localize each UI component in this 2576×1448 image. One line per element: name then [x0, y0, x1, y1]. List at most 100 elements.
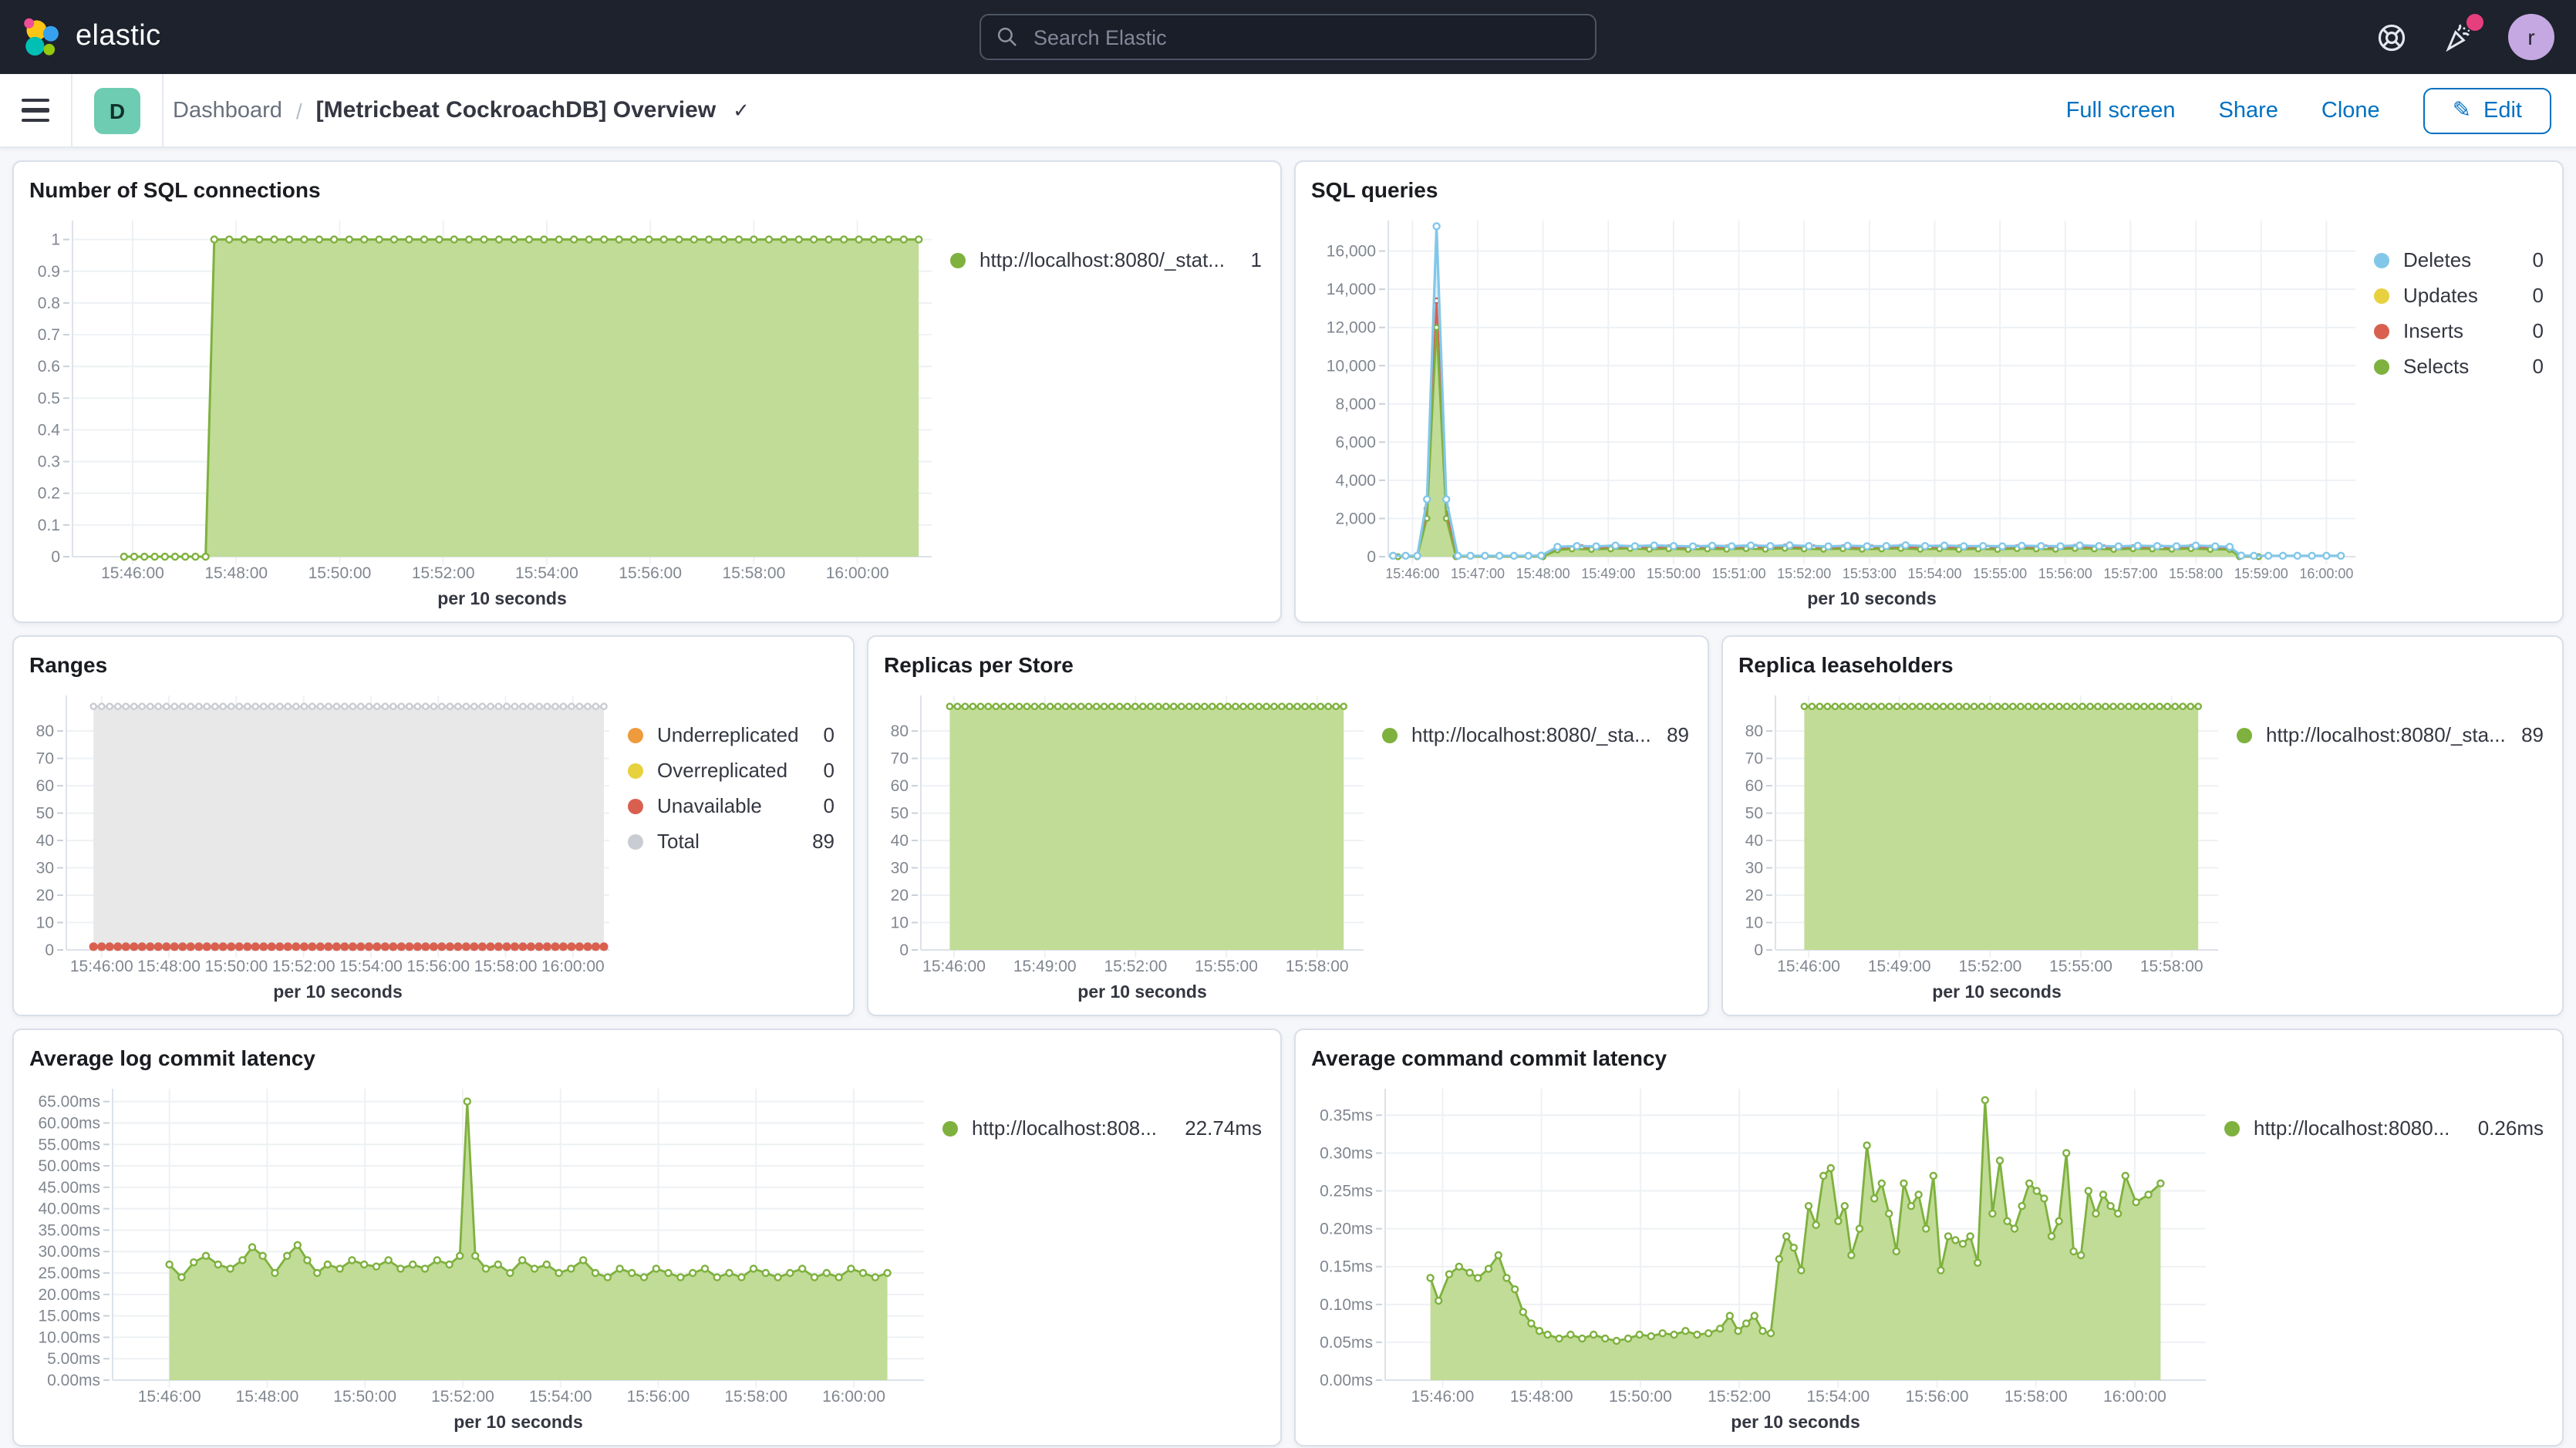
legend-item[interactable]: http://localhost:8080/_sta...89: [2237, 723, 2550, 746]
legend-item[interactable]: http://localhost:808...22.74ms: [942, 1116, 1268, 1140]
legend-label: Inserts: [2403, 319, 2463, 342]
chart-replicas-per-store[interactable]: 0102030405060708015:46:0015:49:0015:52:0…: [881, 683, 1382, 1009]
svg-text:60: 60: [1745, 777, 1763, 795]
legend-item[interactable]: Inserts 0: [2374, 319, 2550, 342]
legend-value: 89: [2521, 723, 2550, 746]
clone-button[interactable]: Clone: [2321, 98, 2380, 123]
svg-text:per 10 seconds: per 10 seconds: [1077, 982, 1206, 1002]
legend-item[interactable]: http://localhost:8080/_sta...89: [1382, 723, 1695, 746]
legend-label: http://localhost:8080...: [2254, 1116, 2450, 1140]
svg-text:15:55:00: 15:55:00: [1195, 958, 1258, 975]
edit-button[interactable]: ✎ Edit: [2423, 87, 2551, 133]
svg-text:0: 0: [1754, 941, 1763, 959]
legend-item[interactable]: http://localhost:8080... 0.26ms: [2224, 1116, 2550, 1140]
svg-text:15:46:00: 15:46:00: [1385, 566, 1439, 581]
svg-text:50.00ms: 50.00ms: [38, 1157, 100, 1175]
svg-text:80: 80: [1745, 722, 1763, 740]
svg-text:15:51:00: 15:51:00: [1712, 566, 1766, 581]
legend-item[interactable]: Unavailable0: [628, 794, 841, 817]
legend-item[interactable]: Deletes0: [2374, 248, 2550, 271]
svg-text:15:49:00: 15:49:00: [1013, 958, 1077, 975]
brand-text: elastic: [76, 20, 161, 54]
legend-item[interactable]: Total89: [628, 830, 841, 853]
news-button[interactable]: [2442, 21, 2474, 53]
breadcrumb-dashboard-link[interactable]: Dashboard: [173, 98, 282, 123]
svg-text:0.9: 0.9: [38, 263, 60, 281]
svg-text:15:54:00: 15:54:00: [1907, 566, 1961, 581]
legend-label: Updates: [2403, 284, 2478, 307]
legend-value: 0: [824, 794, 841, 817]
svg-text:15:52:00: 15:52:00: [272, 958, 335, 975]
svg-text:per 10 seconds: per 10 seconds: [437, 588, 566, 608]
svg-text:0.10ms: 0.10ms: [1320, 1296, 1373, 1314]
svg-text:30: 30: [1745, 860, 1763, 877]
svg-text:6,000: 6,000: [1335, 433, 1376, 451]
svg-text:per 10 seconds: per 10 seconds: [1807, 588, 1936, 608]
legend-label: http://localhost:808...: [972, 1116, 1157, 1140]
svg-text:14,000: 14,000: [1327, 281, 1376, 298]
full-screen-button[interactable]: Full screen: [2066, 98, 2176, 123]
search-input[interactable]: [1030, 24, 1580, 50]
chart-average-log-commit-latency[interactable]: 0.00ms5.00ms10.00ms15.00ms20.00ms25.00ms…: [26, 1076, 942, 1439]
legend-item[interactable]: Underreplicated0: [628, 723, 841, 746]
svg-text:20: 20: [1745, 887, 1763, 904]
svg-text:0.35ms: 0.35ms: [1320, 1106, 1373, 1124]
legend-value: 0.26ms: [2478, 1116, 2550, 1140]
panel-title: Replicas per Store: [884, 652, 1695, 683]
svg-text:15:46:00: 15:46:00: [922, 958, 986, 975]
svg-text:15:58:00: 15:58:00: [723, 564, 786, 582]
svg-text:16:00:00: 16:00:00: [2103, 1388, 2166, 1406]
panel-sql-queries: SQL queries 02,0004,0006,0008,00010,0001…: [1294, 160, 2564, 623]
svg-text:15:58:00: 15:58:00: [2169, 566, 2223, 581]
chart-ranges[interactable]: 0102030405060708015:46:0015:48:0015:50:0…: [26, 683, 628, 1009]
legend-label: http://localhost:8080/_stat...: [979, 248, 1225, 271]
avatar-initial: r: [2527, 25, 2534, 49]
elastic-home-link[interactable]: elastic: [22, 17, 161, 57]
chart-legend: http://localhost:8080/_sta...89: [2237, 683, 2550, 1009]
global-search-box[interactable]: [979, 14, 1597, 60]
legend-item[interactable]: http://localhost:8080/_stat...1: [950, 248, 1268, 271]
svg-text:15:54:00: 15:54:00: [339, 958, 403, 975]
toolbar-divider: [71, 73, 72, 147]
svg-text:15:58:00: 15:58:00: [2140, 958, 2203, 975]
share-button[interactable]: Share: [2219, 98, 2278, 123]
chart-sql-queries[interactable]: 02,0004,0006,0008,00010,00012,00014,0001…: [1308, 208, 2374, 615]
svg-text:40: 40: [891, 832, 909, 850]
legend-value: 0: [2533, 319, 2550, 342]
legend-label: Total: [657, 830, 700, 853]
svg-text:0.5: 0.5: [38, 389, 60, 407]
legend-label: Selects: [2403, 355, 2469, 378]
legend-item[interactable]: Updates0: [2374, 284, 2550, 307]
legend-label: Deletes: [2403, 248, 2471, 271]
user-avatar[interactable]: r: [2508, 14, 2554, 60]
svg-text:10.00ms: 10.00ms: [38, 1328, 100, 1346]
svg-text:15:50:00: 15:50:00: [1609, 1388, 1672, 1406]
svg-text:80: 80: [36, 722, 54, 740]
svg-text:15:48:00: 15:48:00: [1516, 566, 1570, 581]
svg-text:15:56:00: 15:56:00: [627, 1388, 690, 1406]
help-button[interactable]: [2375, 21, 2408, 53]
checkmark-icon: ✓: [733, 98, 750, 123]
chart-replica-leaseholders[interactable]: 0102030405060708015:46:0015:49:0015:52:0…: [1735, 683, 2237, 1009]
chart-average-command-commit-latency[interactable]: 0.00ms0.05ms0.10ms0.15ms0.20ms0.25ms0.30…: [1308, 1076, 2224, 1439]
chart-legend: Underreplicated0 Overreplicated0 Unavailab…: [628, 683, 841, 1009]
svg-text:60: 60: [36, 777, 54, 795]
svg-text:40.00ms: 40.00ms: [38, 1200, 100, 1218]
svg-text:70: 70: [36, 750, 54, 768]
menu-hamburger-button[interactable]: [22, 99, 49, 123]
svg-text:0.8: 0.8: [38, 295, 60, 312]
legend-color-dot: [628, 727, 643, 743]
legend-item[interactable]: Selects0: [2374, 355, 2550, 378]
svg-text:0: 0: [1367, 548, 1376, 566]
panel-average-command-commit-latency: Average command commit latency 0.00ms0.0…: [1294, 1029, 2564, 1446]
svg-text:15:50:00: 15:50:00: [204, 958, 268, 975]
svg-text:15:52:00: 15:52:00: [1959, 958, 2022, 975]
svg-text:15:46:00: 15:46:00: [70, 958, 133, 975]
svg-text:0.2: 0.2: [38, 485, 60, 503]
svg-text:70: 70: [1745, 750, 1763, 768]
svg-text:50: 50: [36, 805, 54, 823]
legend-item[interactable]: Overreplicated0: [628, 759, 841, 782]
chart-number-of-sql-connections[interactable]: 00.10.20.30.40.50.60.70.80.9115:46:0015:…: [26, 208, 950, 615]
svg-text:15:56:00: 15:56:00: [619, 564, 682, 582]
svg-text:40: 40: [36, 832, 54, 850]
